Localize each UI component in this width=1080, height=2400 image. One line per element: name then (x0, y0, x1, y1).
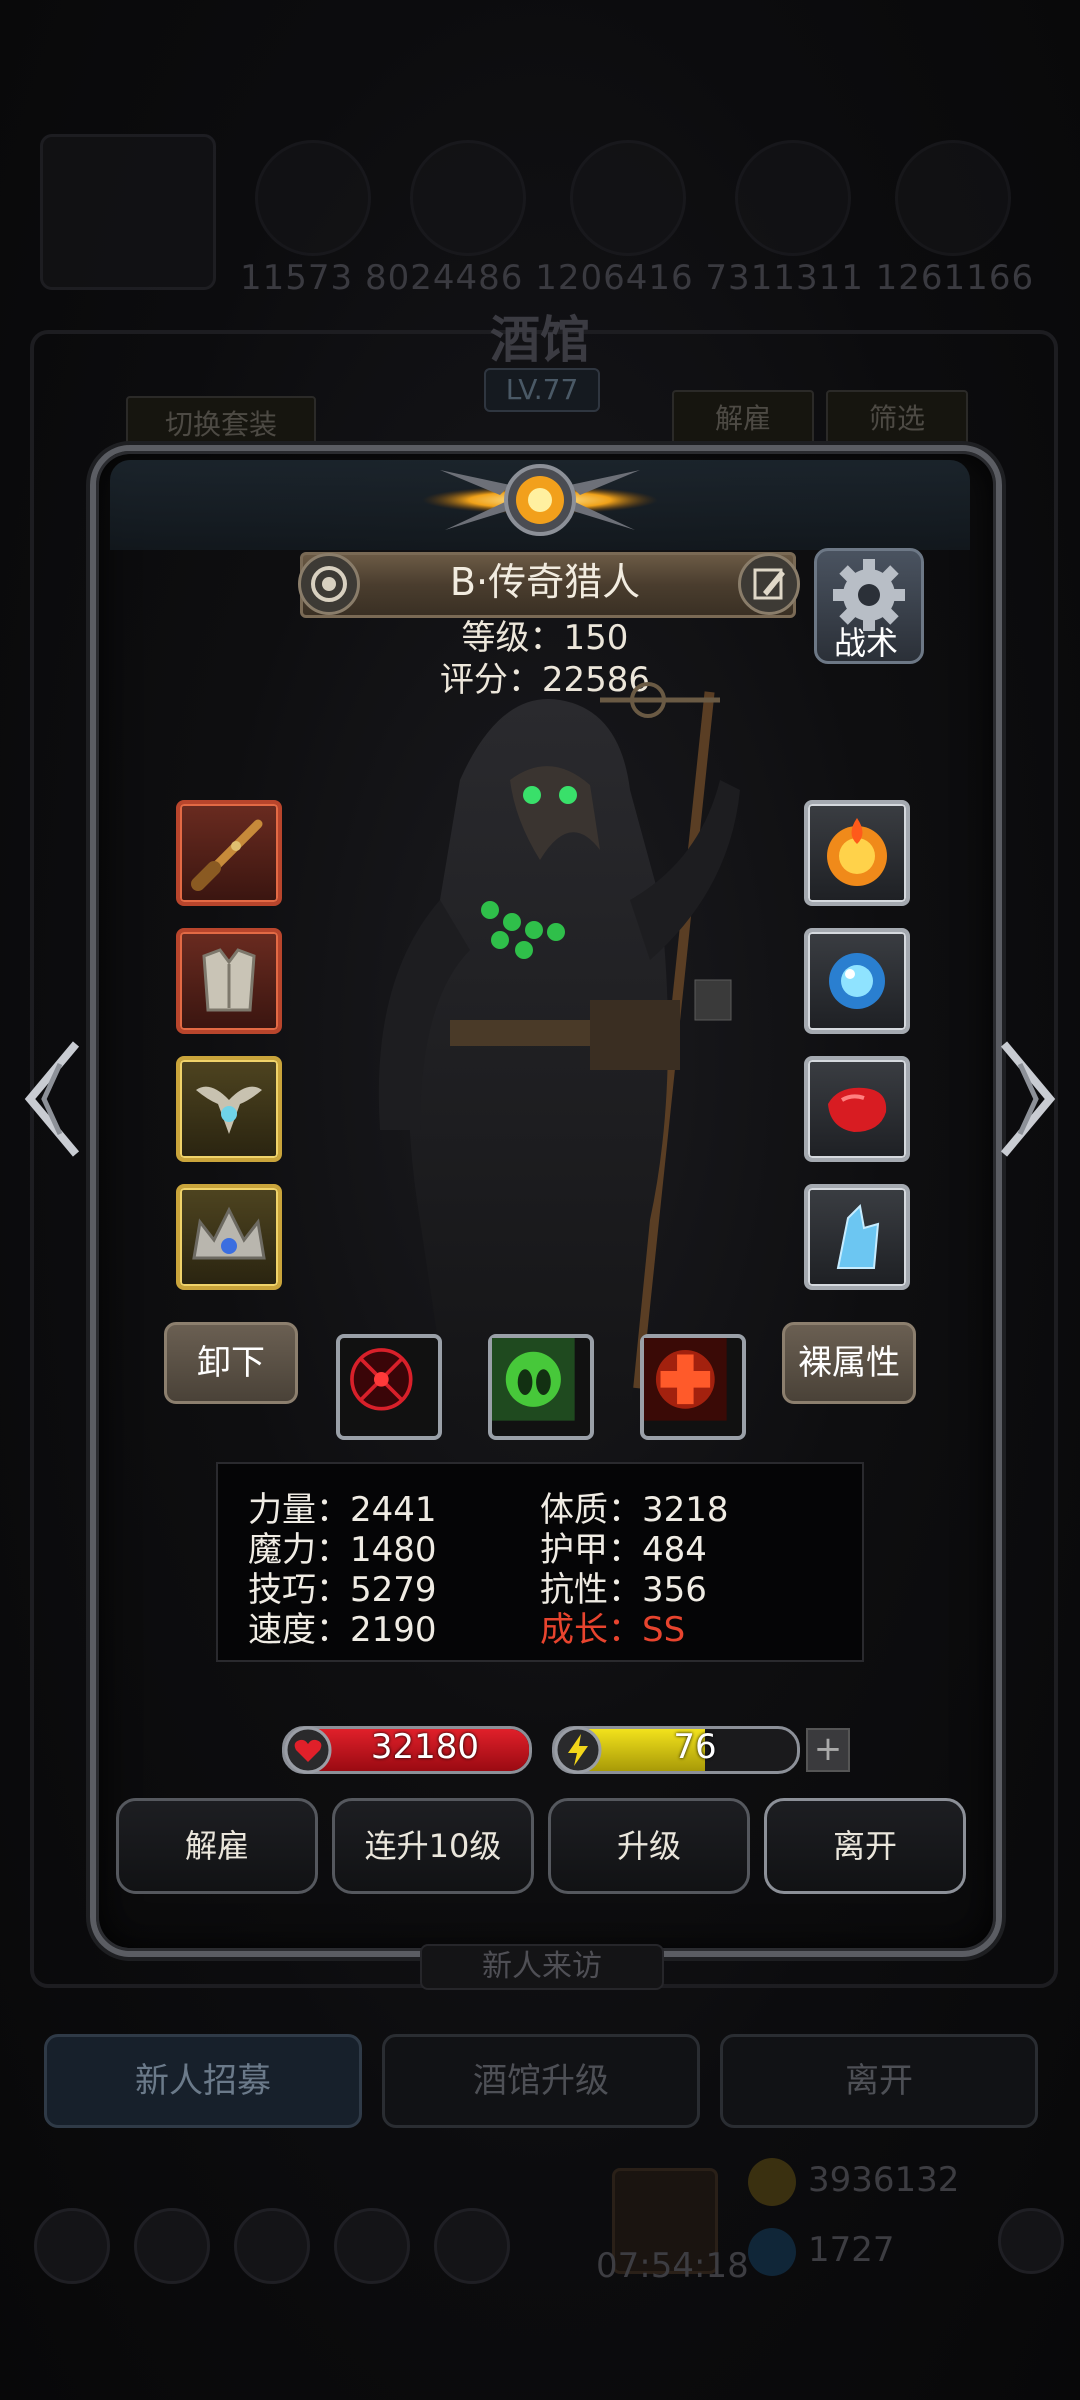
tavern-level: LV.77 (484, 368, 600, 412)
recruit-button[interactable]: 新人招募 (44, 2034, 362, 2128)
bg-power-numbers: 11573 8024486 1206416 7311311 1261166 (240, 258, 1035, 298)
target-skill-icon (350, 1348, 413, 1411)
nav-icon[interactable] (134, 2208, 210, 2284)
timer: 07:54:18 (596, 2246, 749, 2286)
bg-avatar (255, 140, 371, 256)
gold-amount: 3936132 (808, 2160, 960, 2200)
leave-button[interactable]: 离开 (764, 1798, 966, 1894)
crystal-icon (836, 1203, 880, 1269)
hero-portrait (378, 682, 740, 1420)
bg-leave-button[interactable]: 离开 (720, 2034, 1038, 2128)
gem-slot[interactable] (804, 1056, 910, 1162)
bg-avatar (570, 140, 686, 256)
gem-amount: 1727 (808, 2230, 895, 2270)
unequip-button[interactable]: 卸下 (164, 1322, 298, 1404)
hero-name: B·传奇猎人 (449, 560, 641, 604)
add-icon[interactable] (998, 2208, 1064, 2274)
level-up-10-button[interactable]: 连升10级 (332, 1798, 534, 1894)
bg-avatar (735, 140, 851, 256)
nav-icon[interactable] (234, 2208, 310, 2284)
new-visitor-label: 新人来访 (420, 1944, 664, 1990)
stat-growth: 成长：SS (540, 1610, 686, 1650)
nav-icon[interactable] (434, 2208, 510, 2284)
add-energy-button[interactable]: + (806, 1728, 850, 1772)
nav-icon[interactable] (334, 2208, 410, 2284)
musket-icon (191, 819, 263, 891)
stat-speed: 速度：2190 (248, 1610, 437, 1650)
previous-hero-arrow-icon[interactable] (16, 1034, 86, 1164)
gold-coin-icon (748, 2158, 796, 2206)
edit-icon (753, 568, 785, 600)
amulet-icon (196, 1086, 262, 1134)
bg-portrait (40, 134, 216, 290)
flame-icon (827, 818, 887, 886)
gem-icon (748, 2228, 796, 2276)
armor-icon (202, 948, 256, 1012)
heal-skill-icon (644, 1338, 727, 1421)
crown-icon (192, 1206, 266, 1260)
heart-icon (284, 1726, 332, 1774)
emblem-icon (422, 464, 658, 536)
hp-value: 32180 (370, 1727, 480, 1767)
nav-icon[interactable] (34, 2208, 110, 2284)
poison-skill-icon (492, 1338, 575, 1421)
orb-icon (829, 953, 885, 1009)
dismiss-button[interactable]: 解雇 (116, 1798, 318, 1894)
red-gem-icon (828, 1087, 887, 1132)
offhand-slot[interactable] (804, 800, 910, 906)
amulet-slot[interactable] (176, 1056, 282, 1162)
rename-button[interactable] (738, 553, 800, 615)
skill-slot-3[interactable] (640, 1334, 746, 1440)
energy-value: 76 (673, 1727, 717, 1767)
tactics-label: 战术 (833, 624, 898, 662)
relic-slot[interactable] (804, 1184, 910, 1290)
bg-avatar (410, 140, 526, 256)
helmet-slot[interactable] (176, 1184, 282, 1290)
tavern-upgrade-button[interactable]: 酒馆升级 (382, 2034, 700, 2128)
skill-slot-1[interactable] (336, 1334, 442, 1440)
ring-slot[interactable] (804, 928, 910, 1034)
level-up-button[interactable]: 升级 (548, 1798, 750, 1894)
base-attributes-button[interactable]: 裸属性 (782, 1322, 916, 1404)
lightning-icon (554, 1726, 602, 1774)
filter-button[interactable]: 筛选 (826, 390, 968, 448)
bg-dismiss-button[interactable]: 解雇 (672, 390, 814, 448)
armor-slot[interactable] (176, 928, 282, 1034)
weapon-slot[interactable] (176, 800, 282, 906)
tavern-title: 酒馆 (490, 310, 590, 369)
skill-slot-2[interactable] (488, 1334, 594, 1440)
next-hero-arrow-icon[interactable] (994, 1034, 1064, 1164)
bg-avatar (895, 140, 1011, 256)
